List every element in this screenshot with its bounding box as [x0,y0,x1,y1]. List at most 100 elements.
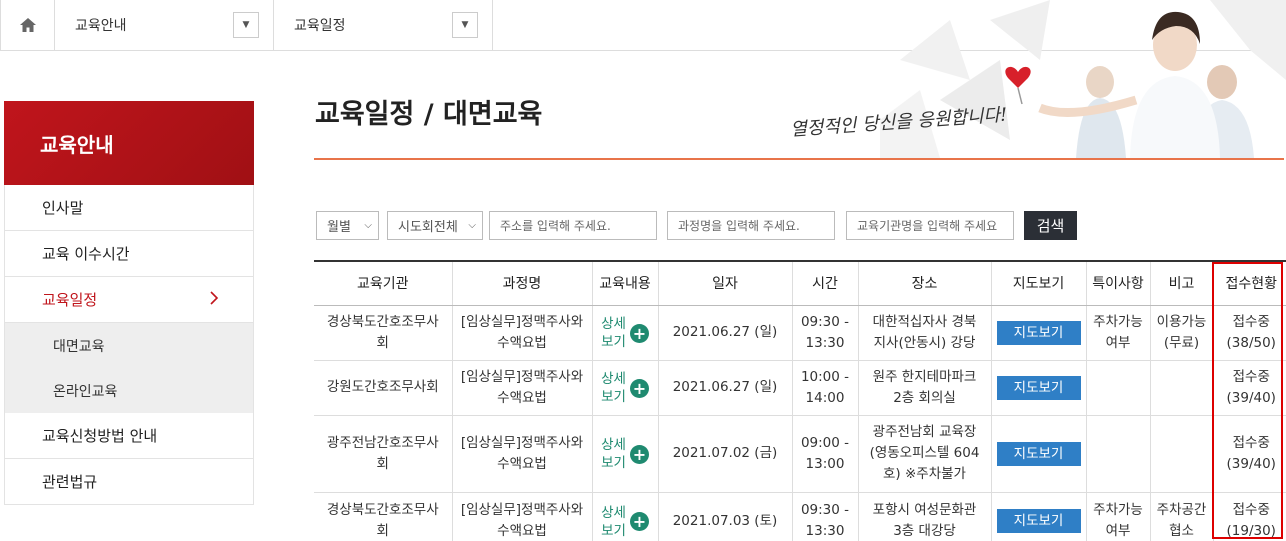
cell-text: 여부 [1105,523,1131,539]
detail-label: 보기 [601,455,626,471]
home-button[interactable] [0,0,55,50]
course-cell: [임상실무]정맥주사와 수액요법 [452,492,593,541]
cell-text: [임상실무]정맥주사와 [460,502,584,518]
note-cell: 주차가능 여부 [1086,492,1151,541]
highlight-box [1212,262,1283,539]
place-cell: 포항시 여성문화관 3층 대강당 [858,492,992,541]
sidebar-item-greeting[interactable]: 인사말 [4,185,254,231]
sidebar-item-schedule[interactable]: 교육일정 [4,277,254,323]
plus-icon: + [629,444,649,464]
search-bar: 월별 ⌵ 시도회전체 ⌵ 주소를 입력해 주세요. 과정명을 입력해 주세요. … [316,211,1077,240]
region-select[interactable]: 시도회전체 ⌵ [387,211,483,240]
cell-text: 주차가능 [1093,313,1143,330]
plus-icon: + [629,378,649,398]
breadcrumb-level2[interactable]: 교육일정 ▼ [274,0,493,50]
sidebar-item-label: 인사말 [42,199,84,217]
breadcrumb-level2-label: 교육일정 [294,18,346,34]
remark-cell: 이용가능 (무료) [1150,305,1214,361]
cell-text: 주차공간 [1156,502,1207,518]
cell-text: 13:30 [805,334,845,351]
page-title: 교육일정 / 대면교육 [315,99,543,130]
map-button[interactable]: 지도보기 [996,375,1081,400]
remark-cell: 주차공간 협소 [1150,492,1214,541]
place-cell: 광주전남회 교육장 (영동오피스텔 604 호) ※주차불가 [858,415,992,493]
map-cell: 지도보기 [991,415,1087,493]
institution-cell: 경상북도간호조무사 회 [314,492,453,541]
chevron-right-icon [209,291,219,309]
time-cell: 09:00 - 13:00 [792,415,859,493]
column-header: 지도보기 [991,260,1087,306]
note-cell: 주차가능여부 [1086,305,1151,361]
map-button[interactable]: 지도보기 [996,441,1081,466]
cell-text: 대한적십자사 경북 [872,313,977,330]
cell-text: 수액요법 [497,389,547,406]
place-cell: 원주 한지테마파크 2층 회의실 [858,360,992,416]
plus-icon: + [629,323,649,343]
cell-text: 수액요법 [497,334,547,351]
breadcrumb-level1-label: 교육안내 [75,18,127,34]
detail-label: 상세 [601,371,626,387]
chevron-down-icon[interactable]: ▼ [452,12,478,38]
detail-link[interactable]: 상세 보기 + [601,436,649,472]
sidebar-item-law[interactable]: 관련법규 [4,459,254,505]
chevron-down-icon: ⌵ [468,220,476,231]
map-cell: 지도보기 [991,305,1087,361]
cell-text: 09:00 - [800,434,850,451]
cell-text: 09:30 - [800,502,850,518]
chevron-down-icon: ⌵ [364,220,372,231]
table-row: 경상북도간호조무사 회 [임상실무]정맥주사와 수액요법 상세 보기 + 2021.07… [314,492,1286,541]
date-cell: 2021.07.02 (금) [658,415,793,493]
detail-link[interactable]: 상세보기 + [601,370,649,406]
map-cell: 지도보기 [991,360,1087,416]
sidebar-subitem-offline[interactable]: 대면교육 [4,323,254,368]
cell-text: [임상실무]정맥주사와 [460,368,584,385]
detail-label: 상세 [601,504,626,521]
detail-label: 상세 [601,316,626,332]
cell-text: 수액요법 [497,455,547,472]
detail-label: 보기 [601,389,626,405]
course-input[interactable]: 과정명을 입력해 주세요. [667,211,835,240]
cell-text: 경상북도간호조무사 [326,502,439,518]
institution-cell: 광주전남간호조무사회 [314,415,453,493]
address-input[interactable]: 주소를 입력해 주세요. [489,211,657,240]
cell-text: 광주전남간호조무사 [326,434,439,451]
table-header-row: 교육기관 과정명 교육내용 일자 시간 장소 지도보기 특이사항 비고 접수현황 [314,260,1286,306]
detail-cell: 상세 보기 + [592,492,659,541]
hero-banner-image [880,0,1286,158]
column-header: 일자 [658,260,793,306]
chevron-down-icon[interactable]: ▼ [233,12,259,38]
sidebar-item-label: 교육일정 [42,291,98,309]
month-select[interactable]: 월별 ⌵ [316,211,379,240]
cell-text: [임상실무]정맥주사와 [460,434,584,451]
column-header: 과정명 [452,260,593,306]
sidebar-subitem-label: 대면교육 [53,338,105,355]
date-cell: 2021.07.03 (토) [658,492,793,541]
map-button[interactable]: 지도보기 [996,320,1081,345]
sidebar-title: 교육안내 [4,101,254,185]
note-cell [1086,360,1151,416]
note-cell [1086,415,1151,493]
table-row: 광주전남간호조무사회 [임상실무]정맥주사와수액요법 상세 보기 + 2021.07… [314,415,1286,493]
institution-input[interactable]: 교육기관명을 입력해 주세요 [846,211,1014,240]
course-cell: [임상실무]정맥주사와수액요법 [452,415,593,493]
cell-text: [임상실무]정맥주사와 [460,313,584,330]
month-select-value: 월별 [327,220,351,235]
sidebar-item-application[interactable]: 교육신청방법 안내 [4,413,254,459]
column-header: 교육내용 [592,260,659,306]
cell-text: 13:00 [805,455,845,472]
sidebar-item-hours[interactable]: 교육 이수시간 [4,231,254,277]
cell-text: 회 [376,455,389,472]
hero-illustration [880,0,1286,158]
search-button[interactable]: 검색 [1024,211,1077,240]
map-button[interactable]: 지도보기 [996,509,1081,533]
place-cell: 대한적십자사 경북 지사(안동시) 강당 [858,305,992,361]
sidebar-subitem-online[interactable]: 온라인교육 [4,368,254,413]
remark-cell [1150,360,1214,416]
map-cell: 지도보기 [991,492,1087,541]
cell-text: 여부 [1105,334,1131,351]
detail-cell: 상세 보기 + [592,415,659,493]
breadcrumb-level1[interactable]: 교육안내 ▼ [55,0,274,50]
detail-link[interactable]: 상세 보기 + [601,504,649,540]
sidebar-subitem-label: 온라인교육 [53,383,118,400]
detail-link[interactable]: 상세 보기 + [601,315,649,351]
